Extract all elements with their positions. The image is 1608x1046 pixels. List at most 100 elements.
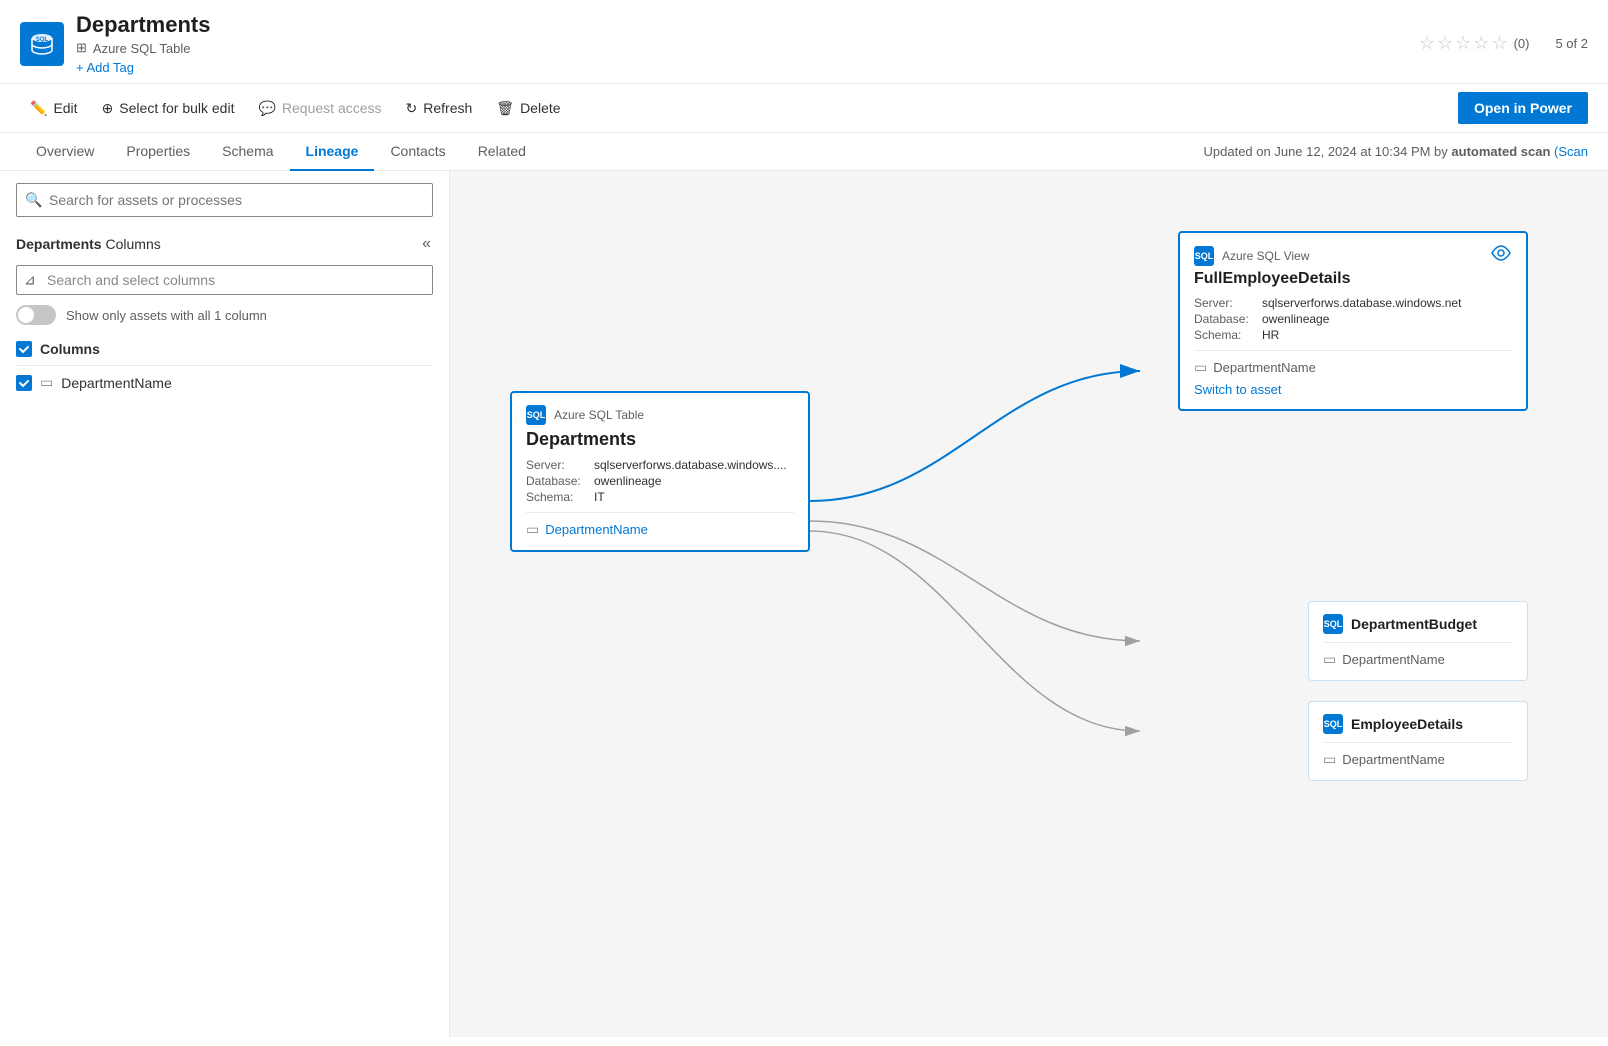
target-main-schema-value: HR [1262,328,1279,342]
target-main-sql-icon: SQL [1194,246,1214,266]
assets-search-input[interactable] [16,183,433,217]
departmentname-checkbox[interactable] [16,375,32,391]
star-5[interactable]: ☆ [1491,33,1507,54]
toggle-knob [18,307,34,323]
rating-section: ☆ ☆ ☆ ☆ ☆ (0) 5 of 2 [1419,33,1588,54]
source-node-title: Departments [526,429,794,450]
columns-panel: Departments Columns « ⊿ Show only assets… [16,233,433,395]
select-bulk-button[interactable]: ⊕ Select for bulk edit [92,94,245,123]
target-main-title: FullEmployeeDetails [1194,270,1512,288]
columns-checkbox[interactable] [16,341,32,357]
tab-properties[interactable]: Properties [110,133,206,171]
page-header: SQL Departments ⊞ Azure SQL Table + Add … [0,0,1608,84]
source-schema: Schema: IT [526,490,794,504]
toolbar: ✏️ Edit ⊕ Select for bulk edit 💬 Request… [0,84,1608,133]
source-col-name: DepartmentName [545,522,648,537]
request-access-label: Request access [282,100,382,116]
star-3[interactable]: ☆ [1455,33,1471,54]
target-main-column: ▭ DepartmentName [1194,359,1512,376]
source-node-type: Azure SQL Table [554,408,644,422]
target-main-server: Server: sqlserverforws.database.windows.… [1194,296,1512,310]
toggle-label: Show only assets with all 1 column [66,308,267,323]
header-subtitle: ⊞ Azure SQL Table [76,40,1419,56]
delete-icon: 🗑 [496,100,514,117]
target-budget-col-icon: ▭ [1323,651,1336,668]
star-1[interactable]: ☆ [1419,33,1435,54]
sql-icon: SQL [20,22,64,66]
source-db-label: Database: [526,474,586,488]
refresh-button[interactable]: ↻ Refresh [396,94,483,123]
source-divider [526,512,794,513]
source-database: Database: owenlineage [526,474,794,488]
target-employee-col-name: DepartmentName [1342,752,1445,767]
show-only-toggle[interactable] [16,305,56,325]
column-search-container: ⊿ [16,265,433,295]
tab-lineage[interactable]: Lineage [290,133,375,171]
target-employee-title: EmployeeDetails [1351,716,1463,732]
lineage-canvas-container[interactable]: SQL Azure SQL Table Departments Server: … [450,171,1608,1037]
header-info: Departments ⊞ Azure SQL Table + Add Tag [76,12,1419,75]
star-rating[interactable]: ☆ ☆ ☆ ☆ ☆ [1419,33,1508,54]
updated-text: Updated on June 12, 2024 at 10:34 PM by [1204,144,1448,159]
edit-icon: ✏️ [30,100,47,117]
tab-contacts[interactable]: Contacts [374,133,461,171]
assets-search-container: 🔍 [16,183,433,217]
nav-updated: Updated on June 12, 2024 at 10:34 PM by … [1204,144,1589,159]
select-bulk-label: Select for bulk edit [119,100,234,116]
target-main-header: SQL Azure SQL View [1194,245,1512,266]
scan-link[interactable]: (Scan [1554,144,1588,159]
star-4[interactable]: ☆ [1473,33,1489,54]
tab-overview[interactable]: Overview [20,133,110,171]
table-icon: ⊞ [76,40,87,56]
column-name-departmentname: DepartmentName [61,375,172,391]
target-budget-title: DepartmentBudget [1351,616,1477,632]
target-main-schema-label: Schema: [1194,328,1254,342]
target-employee-header: SQL EmployeeDetails [1323,714,1513,734]
columns-header-label: Columns [40,341,100,357]
collapse-button[interactable]: « [420,233,433,255]
target-employee-node: SQL EmployeeDetails ▭ DepartmentName [1308,701,1528,781]
target-main-divider [1194,350,1512,351]
target-main-col-icon: ▭ [1194,359,1207,376]
target-employee-divider [1323,742,1513,743]
toggle-row: Show only assets with all 1 column [16,305,433,325]
left-panel: 🔍 Departments Columns « ⊿ [0,171,450,1037]
page-title: Departments [76,12,1419,38]
delete-button[interactable]: 🗑 Delete [486,94,570,123]
target-budget-header: SQL DepartmentBudget [1323,614,1513,634]
eye-icon [1490,245,1512,266]
source-schema-value: IT [594,490,605,504]
columns-panel-header: Departments Columns « [16,233,433,255]
add-tag-button[interactable]: + Add Tag [76,60,1419,75]
source-server-label: Server: [526,458,586,472]
open-power-label: Open in Power [1474,100,1572,116]
target-budget-divider [1323,642,1513,643]
source-col-icon: ▭ [526,521,539,538]
lineage-canvas: SQL Azure SQL Table Departments Server: … [450,171,1608,1037]
tab-schema[interactable]: Schema [206,133,289,171]
delete-label: Delete [520,100,560,116]
edit-button[interactable]: ✏️ Edit [20,94,88,123]
open-power-button[interactable]: Open in Power [1458,92,1588,124]
filter-icon: ⊿ [24,272,36,289]
target-budget-node: SQL DepartmentBudget ▭ DepartmentName [1308,601,1528,681]
target-budget-sql-icon: SQL [1323,614,1343,634]
target-main-server-label: Server: [1194,296,1254,310]
header-subtitle-text: Azure SQL Table [93,41,191,56]
column-search-input[interactable] [16,265,433,295]
svg-text:SQL: SQL [36,37,49,43]
star-2[interactable]: ☆ [1437,33,1453,54]
target-employee-sql-icon: SQL [1323,714,1343,734]
assets-search-icon: 🔍 [25,192,42,209]
target-main-node: SQL Azure SQL View FullEmployeeDetails S… [1178,231,1528,411]
tab-related[interactable]: Related [462,133,542,171]
rating-count: (0) [1514,36,1530,51]
edit-label: Edit [53,100,77,116]
column-field-icon: ▭ [40,374,53,391]
target-budget-col-name: DepartmentName [1342,652,1445,667]
request-access-button[interactable]: 💬 Request access [248,94,391,123]
refresh-icon: ↻ [406,100,418,117]
nav-tabs: Overview Properties Schema Lineage Conta… [0,133,1608,171]
switch-to-asset-link[interactable]: Switch to asset [1194,382,1281,397]
column-item-departmentname: ▭ DepartmentName [16,370,433,395]
